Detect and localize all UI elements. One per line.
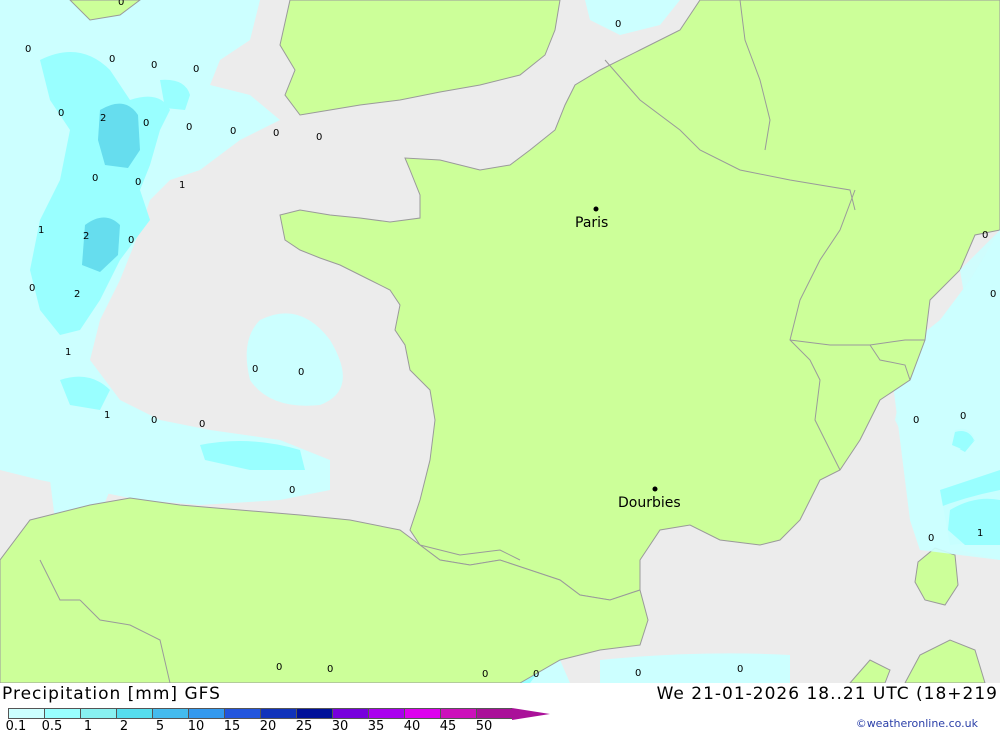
valid-time: We 21-01-2026 18..21 UTC (18+219 [656,684,998,704]
contour-label: 2 [83,231,89,242]
map-title: Precipitation [mm] GFS [2,684,221,704]
scale-swatch [260,708,296,719]
contour-label: 0 [135,177,141,188]
precipitation-map[interactable]: 0 0 0 0 0 0 0 0 2 0 0 0 0 0 1 0 0 1 2 0 … [0,0,1000,683]
contour-label: 0 [128,235,134,246]
scale-swatch [80,708,116,719]
contour-label: 0 [276,662,282,673]
contour-label: 2 [74,289,80,300]
scale-swatch [440,708,476,719]
scale-tick-label: 0.1 [5,719,27,734]
scale-tick-label: 35 [367,719,385,734]
scale-tick-label: 10 [187,719,205,734]
contour-label: 0 [151,415,157,426]
credit-link[interactable]: ©weatheronline.co.uk [856,717,978,730]
scale-swatch [332,708,368,719]
contour-label: 0 [289,485,295,496]
scale-tick-label: 25 [295,719,313,734]
contour-label: 0 [982,230,988,241]
contour-label: 0 [92,173,98,184]
contour-label: 0 [533,669,539,680]
color-scale-labels: 0.1 0.5 1 2 5 10 15 20 25 30 35 40 45 50 [0,719,560,734]
contour-label: 1 [38,225,44,236]
scale-swatch [44,708,80,719]
contour-label: 0 [252,364,258,375]
contour-label: 1 [104,410,110,421]
contour-label: 0 [25,44,31,55]
contour-label: 0 [230,126,236,137]
contour-label: 0 [316,132,322,143]
contour-label: 0 [143,118,149,129]
contour-label: 0 [928,533,934,544]
contour-label: 0 [29,283,35,294]
contour-label: 0 [118,0,124,8]
contour-label: 0 [990,289,996,300]
scale-tick-label: 15 [223,719,241,734]
scale-swatch [8,708,44,719]
contour-label: 0 [737,664,743,675]
scale-swatch [476,708,512,719]
contour-label: 0 [199,419,205,430]
contour-label: 1 [65,347,71,358]
contour-label: 0 [109,54,115,65]
contour-label: 0 [327,664,333,675]
scale-tick-label: 45 [439,719,457,734]
scale-swatch [188,708,224,719]
contour-label: 0 [58,108,64,119]
scale-swatch [368,708,404,719]
scale-tick-label: 1 [83,719,93,734]
scale-swatch [296,708,332,719]
contour-label: 0 [298,367,304,378]
contour-label: 0 [960,411,966,422]
contour-label: 0 [482,669,488,680]
city-label-dourbies: Dourbies [618,495,681,511]
scale-tick-label: 40 [403,719,421,734]
scale-swatch [224,708,260,719]
scale-tick-label: 2 [119,719,129,734]
contour-label: 0 [273,128,279,139]
scale-tick-label: 50 [475,719,493,734]
scale-swatch [116,708,152,719]
scale-swatch [152,708,188,719]
scale-tick-label: 30 [331,719,349,734]
contour-label: 0 [913,415,919,426]
contour-label: 0 [635,668,641,679]
contour-label: 1 [179,180,185,191]
contour-label: 0 [186,122,192,133]
contour-label: 2 [100,113,106,124]
contour-label: 0 [151,60,157,71]
city-marker [652,486,658,492]
city-marker [593,206,599,212]
city-label-paris: Paris [575,215,608,231]
contour-label: 0 [615,19,621,30]
scale-tick-label: 20 [259,719,277,734]
contour-label: 0 [193,64,199,75]
scale-tick-label: 5 [155,719,165,734]
contour-label: 1 [977,528,983,539]
scale-swatch [404,708,440,719]
scale-tick-label: 0.5 [41,719,63,734]
